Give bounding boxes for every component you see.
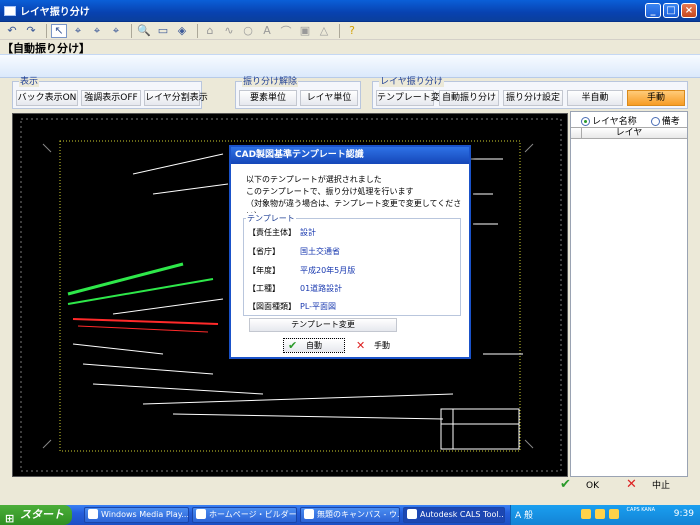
homepage-builder-icon <box>196 509 206 519</box>
template-fieldset-label: テンプレート <box>246 213 296 224</box>
ime-indicator[interactable]: A 般 <box>515 508 533 521</box>
page-icon[interactable]: ▭ <box>155 24 171 38</box>
text-icon[interactable]: A <box>259 24 275 38</box>
layer-name-radio[interactable]: レイヤ名称 <box>581 114 637 127</box>
template-fieldset: テンプレート 【責任主体】 設計 【省庁】 国土交通省 【年度】 平成20年5月版 【… <box>243 213 461 316</box>
back-display-button[interactable]: バック表示ON <box>16 90 78 106</box>
toolbar-separator <box>197 23 198 38</box>
layer-assign-group: レイヤ振り分け テンプレート変更 自動振り分け 振り分け設定 半自動 手動 <box>372 77 688 109</box>
emphasis-display-button[interactable]: 強調表示OFF <box>81 90 141 106</box>
header-decoration <box>0 54 700 78</box>
column-separator <box>581 128 582 139</box>
layer-unit-button[interactable]: レイヤ単位 <box>300 90 358 106</box>
release-group: 振り分け解除 要素単位 レイヤ単位 <box>235 77 361 109</box>
field-work-type: 【工種】 01道路設計 <box>248 284 343 293</box>
dialog-auto-button[interactable]: ✔ 自動 <box>283 338 345 353</box>
toolbar-separator <box>131 23 132 38</box>
triangle-icon[interactable]: △ <box>316 24 332 38</box>
release-group-label: 振り分け解除 <box>242 77 299 87</box>
field-ministry: 【省庁】 国土交通省 <box>248 247 340 256</box>
clock: 9:39 <box>673 509 694 519</box>
box-icon[interactable]: ▣ <box>297 24 313 38</box>
windows-flag-icon: ⊞ <box>5 512 15 525</box>
dialog-manual-button[interactable]: ✕ 手動 <box>351 338 413 353</box>
dialog-template-change-button[interactable]: テンプレート変更 <box>249 318 397 332</box>
element-unit-button[interactable]: 要素単位 <box>239 90 297 106</box>
maximize-button[interactable]: □ <box>663 3 679 18</box>
cals-tool-icon <box>407 509 417 519</box>
task-media-player[interactable]: Windows Media Play... <box>84 507 189 523</box>
title-bar: レイヤ振り分け _ □ × <box>0 0 700 22</box>
lasso-minus-icon[interactable]: ⌖ <box>108 24 124 38</box>
template-recognition-dialog: CAD製図基準テンプレート認識 以下のテンプレートが選択されました このテンプレ… <box>229 145 471 359</box>
app-icon <box>4 5 16 16</box>
media-player-icon <box>88 509 98 519</box>
header-band <box>0 40 700 54</box>
circle-icon[interactable]: ○ <box>240 24 256 38</box>
lasso-icon[interactable]: ⌖ <box>70 24 86 38</box>
tray-icons <box>581 509 619 519</box>
help-icon[interactable]: ? <box>344 24 360 38</box>
layer-split-display-button[interactable]: レイヤ分割表示 <box>144 90 208 106</box>
field-year: 【年度】 平成20年5月版 <box>248 266 356 275</box>
field-drawing-type: 【図面種類】 PL-平面図 <box>248 302 337 311</box>
task-homepage-builder[interactable]: ホームページ・ビルダー... <box>192 507 297 523</box>
lasso-plus-icon[interactable]: ⌖ <box>89 24 105 38</box>
undo-icon[interactable]: ↶ <box>4 24 20 38</box>
tray-app-icon[interactable] <box>609 509 619 519</box>
display-group-label: 表示 <box>19 77 40 87</box>
minimize-button[interactable]: _ <box>645 3 661 18</box>
caps-kana-indicator: CAPS KANA <box>626 507 655 513</box>
paint-icon <box>304 509 314 519</box>
assign-settings-button[interactable]: 振り分け設定 <box>503 90 563 106</box>
layer-list-header: レイヤ <box>571 127 687 139</box>
display-group: 表示 バック表示ON 強調表示OFF レイヤ分割表示 <box>12 77 208 109</box>
layers-icon[interactable]: ◈ <box>174 24 190 38</box>
field-responsible: 【責任主体】 設計 <box>248 228 316 237</box>
taskbar: ⊞ スタート Windows Media Play... ホームページ・ビルダー… <box>0 505 700 525</box>
cancel-button[interactable]: ✕ 中止 <box>626 477 682 494</box>
radio-empty-icon <box>650 117 660 126</box>
auto-assign-button[interactable]: 自動振り分け <box>439 90 499 106</box>
dialog-title: CAD製図基準テンプレート認識 <box>231 147 469 164</box>
window-title: レイヤ振り分け <box>20 7 90 18</box>
cross-icon: ✕ <box>626 477 637 492</box>
pointer-icon[interactable]: ↖ <box>51 23 67 38</box>
close-button[interactable]: × <box>681 3 697 18</box>
check-icon: ✔ <box>560 477 571 492</box>
house-icon[interactable]: ⌂ <box>202 24 218 38</box>
ok-button[interactable]: ✔ OK <box>560 477 610 494</box>
system-tray: A 般 CAPS KANA 9:39 <box>510 505 700 525</box>
layer-assign-group-label: レイヤ振り分け <box>379 77 444 87</box>
toolbar: ↶ ↷ ↖ ⌖ ⌖ ⌖ 🔍 ▭ ◈ ⌂ ∿ ○ A ⌒ ▣ △ ? <box>0 22 700 40</box>
zoom-icon[interactable]: 🔍 <box>136 24 152 38</box>
redo-icon[interactable]: ↷ <box>23 24 39 38</box>
manual-button[interactable]: 手動 <box>627 90 685 106</box>
radio-selected-icon <box>581 117 590 126</box>
task-paint[interactable]: 無題のキャンバス - ウ... <box>300 507 400 523</box>
toolbar-separator <box>339 23 340 38</box>
task-cals-tool[interactable]: Autodesk CALS Tool... <box>403 507 505 523</box>
wave-icon[interactable]: ∿ <box>221 24 237 38</box>
semi-auto-button[interactable]: 半自動 <box>567 90 623 106</box>
curve-icon[interactable]: ⌒ <box>278 24 294 38</box>
toolbar-separator <box>46 23 47 38</box>
template-change-button[interactable]: テンプレート変更 <box>376 90 449 106</box>
remarks-radio[interactable]: 備考 <box>650 114 680 127</box>
tray-app-icon[interactable] <box>581 509 591 519</box>
tray-app-icon[interactable] <box>595 509 605 519</box>
start-button[interactable]: ⊞ スタート <box>0 505 72 525</box>
layer-list-panel: レイヤ名称 備考 レイヤ <box>570 111 688 477</box>
